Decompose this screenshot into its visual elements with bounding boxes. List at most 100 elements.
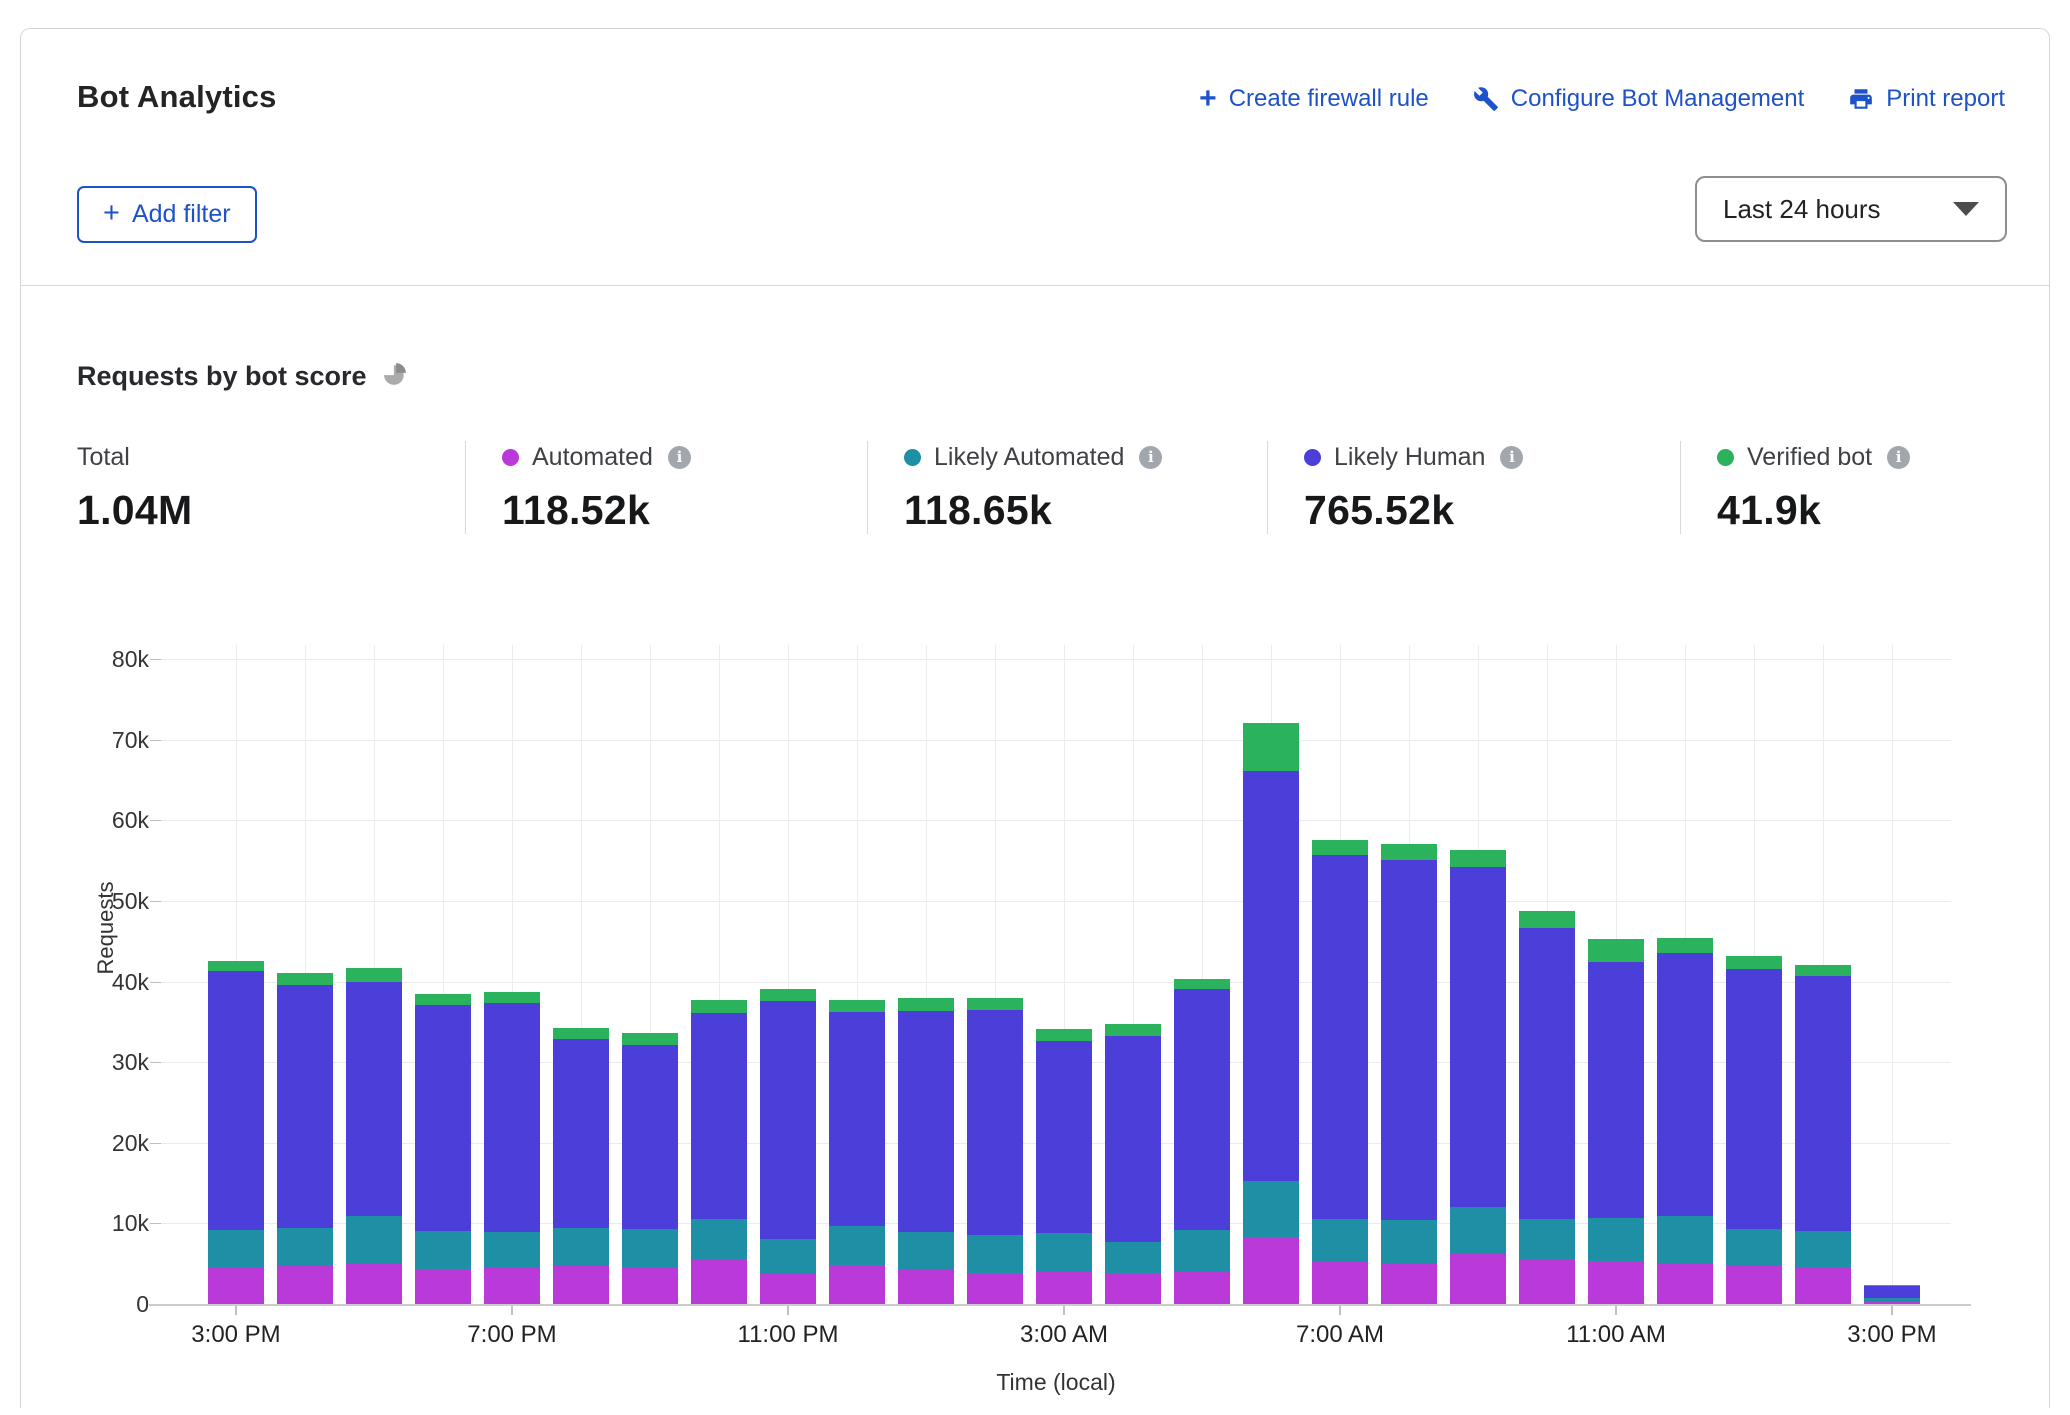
- bar-segment-likely-human[interactable]: [967, 1010, 1023, 1235]
- print-report-link[interactable]: Print report: [1848, 85, 2005, 113]
- bar-segment-likely-automated[interactable]: [622, 1229, 678, 1268]
- bar-segment-likely-automated[interactable]: [760, 1239, 816, 1274]
- stacked-bar-4-00-am[interactable]: [1105, 1024, 1161, 1305]
- bar-segment-likely-human[interactable]: [277, 985, 333, 1228]
- bar-segment-automated[interactable]: [622, 1268, 678, 1305]
- bar-segment-verified-bot[interactable]: [1036, 1029, 1092, 1041]
- bar-segment-automated[interactable]: [967, 1273, 1023, 1305]
- bar-segment-likely-automated[interactable]: [1795, 1231, 1851, 1267]
- stacked-bar-11-00-am[interactable]: [1588, 939, 1644, 1305]
- bar-segment-likely-human[interactable]: [829, 1012, 885, 1226]
- stacked-bar-12-00-pm[interactable]: [1657, 938, 1713, 1306]
- stacked-bar-6-00-am[interactable]: [1243, 723, 1299, 1305]
- bar-segment-verified-bot[interactable]: [346, 968, 402, 982]
- bar-segment-likely-human[interactable]: [346, 982, 402, 1216]
- bar-segment-automated[interactable]: [1726, 1266, 1782, 1305]
- bar-segment-likely-human[interactable]: [1450, 867, 1506, 1207]
- bar-segment-likely-human[interactable]: [1174, 989, 1230, 1230]
- bar-segment-likely-automated[interactable]: [277, 1228, 333, 1265]
- stacked-bar-1-00-pm[interactable]: [1726, 956, 1782, 1305]
- add-filter-button[interactable]: + Add filter: [77, 186, 257, 243]
- bar-segment-verified-bot[interactable]: [1657, 938, 1713, 953]
- configure-bot-management-link[interactable]: Configure Bot Management: [1473, 85, 1805, 113]
- stacked-bar-5-00-pm[interactable]: [346, 968, 402, 1305]
- bar-segment-likely-human[interactable]: [1105, 1036, 1161, 1242]
- info-icon[interactable]: i: [1887, 446, 1910, 469]
- bar-segment-likely-automated[interactable]: [553, 1228, 609, 1265]
- bar-segment-likely-human[interactable]: [484, 1003, 540, 1232]
- bar-segment-likely-automated[interactable]: [829, 1226, 885, 1265]
- bar-segment-verified-bot[interactable]: [1450, 850, 1506, 866]
- bar-segment-automated[interactable]: [898, 1270, 954, 1305]
- bar-segment-likely-automated[interactable]: [1381, 1220, 1437, 1264]
- bar-segment-automated[interactable]: [277, 1266, 333, 1305]
- bar-segment-automated[interactable]: [1381, 1263, 1437, 1305]
- bar-segment-verified-bot[interactable]: [1243, 723, 1299, 771]
- bar-segment-automated[interactable]: [415, 1269, 471, 1305]
- stacked-bar-2-00-am[interactable]: [967, 998, 1023, 1305]
- bar-segment-automated[interactable]: [1312, 1262, 1368, 1305]
- bar-segment-automated[interactable]: [208, 1267, 264, 1305]
- bar-segment-verified-bot[interactable]: [760, 989, 816, 1001]
- stacked-bar-4-00-pm[interactable]: [277, 973, 333, 1305]
- bar-segment-verified-bot[interactable]: [1726, 956, 1782, 969]
- bar-segment-likely-human[interactable]: [1312, 855, 1368, 1219]
- bar-segment-verified-bot[interactable]: [484, 992, 540, 1003]
- bar-segment-automated[interactable]: [346, 1263, 402, 1305]
- stacked-bar-7-00-pm[interactable]: [484, 992, 540, 1306]
- bar-segment-verified-bot[interactable]: [1381, 844, 1437, 860]
- stacked-bar-9-00-pm[interactable]: [622, 1033, 678, 1305]
- stacked-bar-3-00-am[interactable]: [1036, 1029, 1092, 1305]
- bar-segment-likely-automated[interactable]: [898, 1232, 954, 1269]
- stacked-bar-3-00-pm[interactable]: [1864, 1285, 1920, 1305]
- stacked-bar-1-00-am[interactable]: [898, 998, 954, 1305]
- bar-segment-automated[interactable]: [1588, 1261, 1644, 1305]
- bar-segment-automated[interactable]: [1174, 1272, 1230, 1305]
- stacked-bar-2-00-pm[interactable]: [1795, 965, 1851, 1305]
- stacked-bar-6-00-pm[interactable]: [415, 994, 471, 1305]
- stacked-bar-10-00-am[interactable]: [1519, 911, 1575, 1305]
- bar-segment-likely-human[interactable]: [898, 1011, 954, 1233]
- bar-segment-likely-automated[interactable]: [1726, 1229, 1782, 1266]
- bar-segment-likely-human[interactable]: [415, 1005, 471, 1231]
- info-icon[interactable]: i: [1500, 446, 1523, 469]
- bar-segment-verified-bot[interactable]: [1795, 965, 1851, 976]
- bar-segment-automated[interactable]: [1036, 1272, 1092, 1305]
- bar-segment-likely-human[interactable]: [622, 1045, 678, 1229]
- bar-segment-verified-bot[interactable]: [415, 994, 471, 1005]
- bar-segment-verified-bot[interactable]: [1174, 979, 1230, 989]
- bar-segment-automated[interactable]: [553, 1266, 609, 1305]
- bar-segment-likely-automated[interactable]: [208, 1230, 264, 1267]
- bar-segment-verified-bot[interactable]: [829, 1000, 885, 1011]
- bar-segment-automated[interactable]: [484, 1268, 540, 1305]
- bar-segment-likely-automated[interactable]: [346, 1216, 402, 1264]
- bar-segment-verified-bot[interactable]: [691, 1000, 747, 1013]
- bar-segment-likely-human[interactable]: [1657, 953, 1713, 1217]
- bar-segment-likely-human[interactable]: [1519, 928, 1575, 1219]
- stacked-bar-11-00-pm[interactable]: [760, 989, 816, 1305]
- bar-segment-likely-automated[interactable]: [1519, 1219, 1575, 1259]
- bar-segment-likely-human[interactable]: [1588, 962, 1644, 1218]
- bar-segment-verified-bot[interactable]: [1105, 1024, 1161, 1036]
- bar-segment-automated[interactable]: [760, 1274, 816, 1305]
- bar-segment-verified-bot[interactable]: [208, 961, 264, 971]
- bar-segment-likely-automated[interactable]: [967, 1235, 1023, 1273]
- bar-segment-likely-human[interactable]: [1243, 771, 1299, 1181]
- stacked-bar-10-00-pm[interactable]: [691, 1000, 747, 1305]
- bar-segment-verified-bot[interactable]: [898, 998, 954, 1011]
- bar-segment-automated[interactable]: [1795, 1267, 1851, 1305]
- bar-segment-automated[interactable]: [1519, 1259, 1575, 1305]
- bar-segment-verified-bot[interactable]: [967, 998, 1023, 1010]
- bar-segment-automated[interactable]: [1243, 1237, 1299, 1305]
- bar-segment-likely-automated[interactable]: [1243, 1181, 1299, 1237]
- time-range-select[interactable]: Last 24 hours: [1695, 176, 2007, 242]
- stacked-bar-3-00-pm[interactable]: [208, 961, 264, 1305]
- stacked-bar-9-00-am[interactable]: [1450, 850, 1506, 1305]
- bar-segment-verified-bot[interactable]: [1312, 840, 1368, 855]
- bar-segment-likely-human[interactable]: [1036, 1041, 1092, 1233]
- bar-segment-likely-human[interactable]: [1864, 1286, 1920, 1298]
- stacked-bar-8-00-pm[interactable]: [553, 1028, 609, 1305]
- bar-segment-likely-human[interactable]: [691, 1013, 747, 1219]
- bar-segment-automated[interactable]: [1657, 1263, 1713, 1305]
- bar-segment-likely-human[interactable]: [208, 971, 264, 1230]
